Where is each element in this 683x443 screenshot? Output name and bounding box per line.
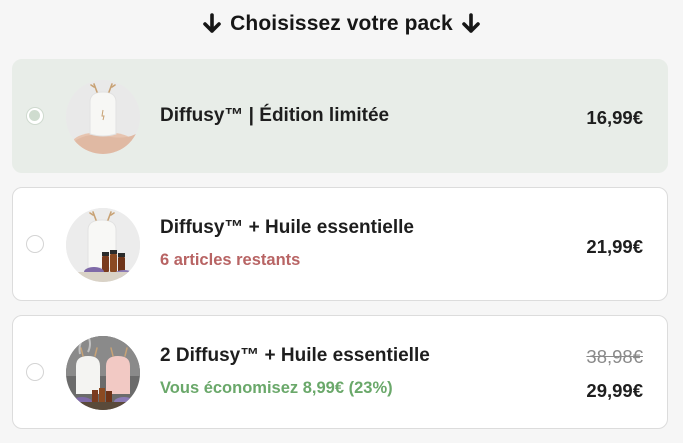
radio-button-selected[interactable] bbox=[26, 107, 44, 125]
pack-selector: Choisissez votre pack Diffusy™ | Édition… bbox=[0, 0, 683, 443]
option-title: 2 Diffusy™ + Huile essentielle bbox=[160, 345, 430, 366]
radio-button[interactable] bbox=[26, 363, 44, 381]
option-price: 29,99€ bbox=[586, 380, 643, 401]
heading-text: Choisissez votre pack bbox=[230, 12, 453, 35]
option-title: Diffusy™ | Édition limitée bbox=[160, 105, 390, 126]
savings-label: Vous économisez 8,99€ (23%) bbox=[160, 379, 393, 397]
radio-button[interactable] bbox=[26, 235, 44, 253]
pack-option-with-oil[interactable]: Diffusy™ + Huile essentielle 6 articles … bbox=[12, 187, 668, 301]
pack-option-single[interactable]: Diffusy™ | Édition limitée 16,99€ bbox=[12, 59, 668, 173]
stock-remaining-label: 6 articles restants bbox=[160, 251, 301, 269]
product-image-diffuser-oil bbox=[66, 208, 140, 282]
arrow-down-icon bbox=[203, 13, 221, 33]
option-title: Diffusy™ + Huile essentielle bbox=[160, 217, 414, 238]
option-price: 21,99€ bbox=[586, 236, 643, 257]
option-price: 16,99€ bbox=[586, 107, 643, 128]
product-image-diffuser bbox=[66, 80, 140, 154]
product-image-two-diffusers bbox=[66, 336, 140, 410]
pack-heading: Choisissez votre pack bbox=[0, 10, 683, 38]
pack-option-double[interactable]: 2 Diffusy™ + Huile essentielle Vous écon… bbox=[12, 315, 668, 429]
arrow-down-icon bbox=[462, 13, 480, 33]
original-price: 38,98€ bbox=[586, 346, 643, 367]
